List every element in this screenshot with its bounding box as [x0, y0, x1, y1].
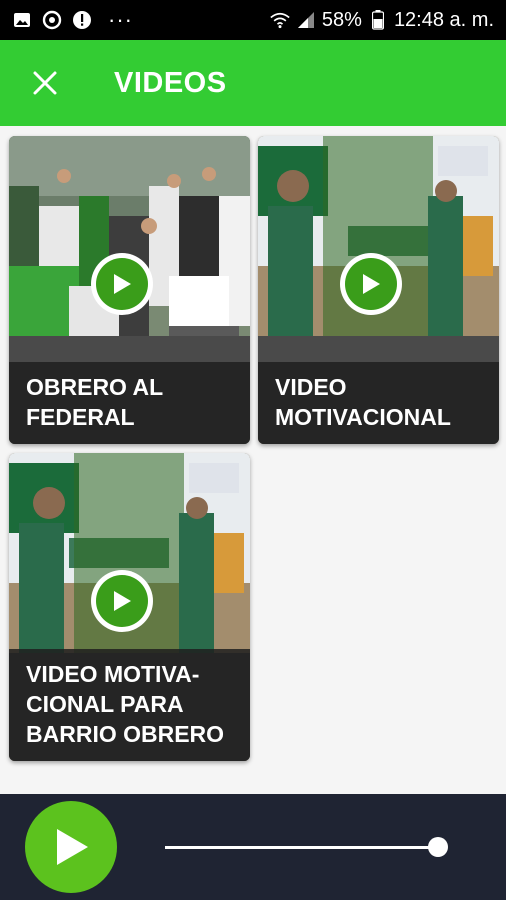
status-bar: ··· 58% 12:48 a. m. [0, 0, 506, 40]
seek-bar[interactable] [165, 846, 438, 849]
video-title: VIDEO MOTIVA- CIONAL PARA BARRIO OBRERO [9, 649, 250, 761]
play-icon [114, 274, 131, 294]
sync-icon [42, 10, 62, 30]
video-title: VIDEO MOTIVACIONAL [258, 362, 499, 444]
video-card[interactable]: OBRERO AL FEDERAL [9, 136, 250, 444]
play-button[interactable] [91, 253, 153, 315]
alert-icon [72, 10, 92, 30]
close-button[interactable] [0, 40, 90, 126]
media-player-bar [0, 794, 506, 900]
play-button[interactable] [340, 253, 402, 315]
page-title: VIDEOS [114, 66, 227, 99]
play-button[interactable] [25, 801, 117, 893]
video-card[interactable]: VIDEO MOTIVA- CIONAL PARA BARRIO OBRERO [9, 453, 250, 761]
play-icon [114, 591, 131, 611]
video-title: OBRERO AL FEDERAL [9, 362, 250, 444]
play-icon [363, 274, 380, 294]
battery-percent: 58% [321, 8, 362, 31]
play-icon [57, 829, 88, 865]
close-icon [33, 71, 57, 95]
seek-handle[interactable] [428, 837, 448, 857]
play-button[interactable] [91, 570, 153, 632]
image-icon [12, 10, 32, 30]
signal-icon [296, 10, 316, 30]
wifi-icon [270, 10, 290, 30]
battery-icon [368, 10, 388, 30]
more-notifications: ··· [108, 7, 133, 32]
video-card[interactable]: VIDEO MOTIVACIONAL [258, 136, 499, 444]
clock: 12:48 a. m. [393, 8, 494, 31]
app-bar: VIDEOS [0, 40, 506, 126]
